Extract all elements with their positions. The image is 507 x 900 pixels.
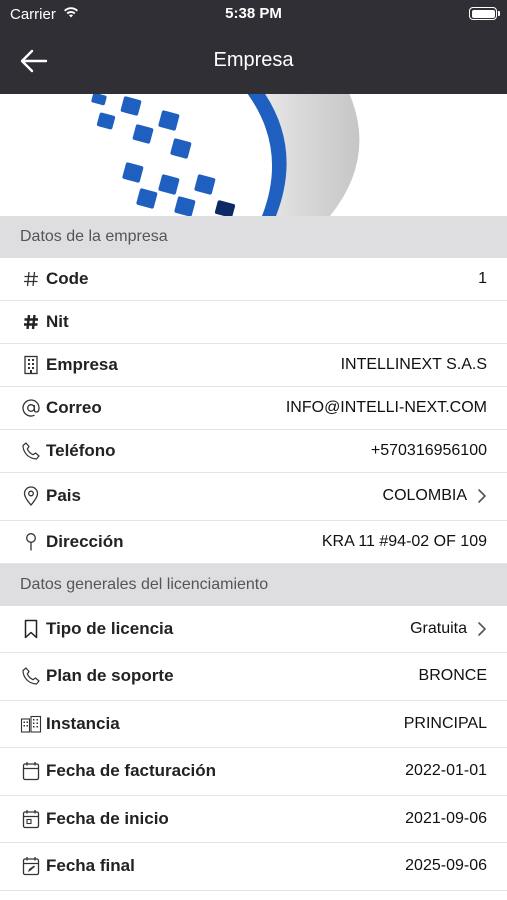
row-fecha-facturacion: Fecha de facturación 2022-01-01 [0,748,507,796]
plan-soporte-value: BRONCE [418,667,487,685]
status-time: 5:38 PM [225,5,282,22]
code-value: 1 [478,270,487,287]
row-pais[interactable]: Pais COLOMBIA [0,473,507,521]
phone-icon [20,665,42,687]
row-direccion: Dirección KRA 11 #94-02 OF 109 [0,520,507,564]
battery-icon [469,7,500,20]
correo-label: Correo [46,398,102,417]
location-pin-icon [20,485,42,507]
calendar-edit-icon [20,855,42,877]
company-logo-banner [0,94,507,216]
section-header-company: Datos de la empresa [0,216,507,258]
tipo-licencia-value: Gratuita [410,619,467,637]
row-plan-soporte: Plan de soporte BRONCE [0,653,507,701]
map-pin-icon [20,531,42,553]
page-title: Empresa [213,49,294,71]
hash-icon [20,268,42,290]
instancia-value: PRINCIPAL [403,714,487,732]
row-fecha-final: Fecha final 2025-09-06 [0,843,507,891]
hash-icon [20,311,42,333]
plan-soporte-label: Plan de soporte [46,666,174,686]
row-code: Code 1 [0,258,507,301]
calendar-icon [20,760,42,782]
pais-label: Pais [46,486,81,506]
row-correo: Correo INFO@INTELLI-NEXT.COM [0,387,507,430]
row-empresa: Empresa INTELLINEXT S.A.S [0,344,507,387]
nit-label: Nit [46,312,69,331]
row-fecha-inicio: Fecha de inicio 2021-09-06 [0,795,507,843]
at-icon [20,397,42,419]
row-nit: Nit [0,301,507,344]
empresa-label: Empresa [46,355,118,374]
tipo-licencia-label: Tipo de licencia [46,618,174,638]
buildings-icon [20,713,42,735]
empresa-value: INTELLINEXT S.A.S [340,356,487,373]
status-bar: Carrier 5:38 PM [0,0,507,28]
building-icon [20,354,42,376]
telefono-value: +570316956100 [370,442,487,459]
calendar-icon [20,808,42,830]
pais-value: COLOMBIA [382,487,467,505]
direccion-value: KRA 11 #94-02 OF 109 [321,532,487,550]
row-instancia: Instancia PRINCIPAL [0,700,507,748]
chevron-right-icon [478,489,486,504]
navigation-bar: Empresa [0,28,507,94]
fecha-inicio-label: Fecha de inicio [46,808,169,828]
correo-value: INFO@INTELLI-NEXT.COM [285,399,487,416]
fecha-inicio-value: 2021-09-06 [405,809,487,827]
chevron-right-icon [478,621,486,636]
fecha-facturacion-label: Fecha de facturación [46,761,217,781]
phone-icon [20,440,42,462]
fecha-final-value: 2025-09-06 [405,857,487,875]
fecha-final-label: Fecha final [46,856,135,876]
bookmark-icon [20,618,42,640]
row-tipo-licencia[interactable]: Tipo de licencia Gratuita [0,605,507,653]
telefono-label: Teléfono [46,441,116,460]
section-header-license: Datos generales del licenciamiento [0,563,507,606]
row-telefono: Teléfono +570316956100 [0,430,507,473]
fecha-facturacion-value: 2022-01-01 [405,762,487,780]
code-label: Code [46,269,89,288]
direccion-label: Dirección [46,531,124,551]
instancia-label: Instancia [46,713,120,733]
